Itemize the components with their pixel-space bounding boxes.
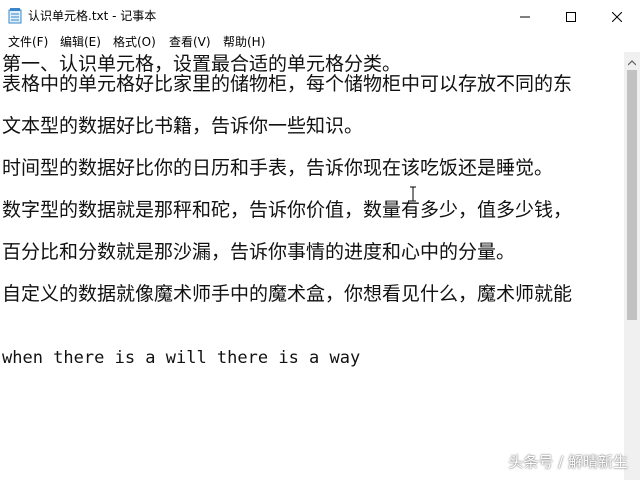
text-line: 数字型的数据就是那秤和砣，告诉你价值，数量有多少，值多少钱，	[2, 199, 573, 221]
text-line: 表格中的单元格好比家里的储物柜，每个储物柜中可以存放不同的东	[2, 73, 573, 95]
maximize-button[interactable]	[548, 0, 594, 32]
text-line: 时间型的数据好比你的日历和手表，告诉你现在该吃饭还是睡觉。	[2, 157, 554, 179]
title-bar[interactable]: 认识单元格.txt - 记事本	[0, 0, 640, 32]
text-line: 自定义的数据就像魔术师手中的魔术盒，你想看见什么，魔术师就能	[2, 283, 573, 305]
text-line: 百分比和分数就是那沙漏，告诉你事情的进度和心中的分量。	[2, 241, 516, 263]
minimize-icon	[520, 7, 530, 26]
menu-help[interactable]: 帮助(H)	[223, 34, 265, 50]
scroll-up-button[interactable]	[624, 52, 640, 68]
minimize-button[interactable]	[502, 0, 548, 32]
text-line: when there is a will there is a way	[2, 348, 361, 368]
window-title: 认识单元格.txt - 记事本	[28, 9, 157, 23]
close-button[interactable]	[594, 0, 640, 32]
menu-view[interactable]: 查看(V)	[169, 34, 211, 50]
maximize-icon	[566, 7, 576, 26]
scroll-thumb[interactable]	[627, 70, 637, 320]
notepad-icon	[8, 8, 22, 24]
watermark: 头条号 / 解晴新生	[508, 453, 628, 471]
chevron-up-icon	[627, 51, 637, 70]
menu-bar: 文件(F) 编辑(E) 格式(O) 查看(V) 帮助(H)	[0, 32, 640, 52]
text-line: 文本型的数据好比书籍，告诉你一些知识。	[2, 115, 364, 137]
menu-edit[interactable]: 编辑(E)	[60, 34, 101, 50]
vertical-scrollbar[interactable]	[624, 52, 640, 480]
close-icon	[611, 7, 623, 26]
menu-file[interactable]: 文件(F)	[8, 34, 48, 50]
text-editor[interactable]: 第一、认识单元格，设置最合适的单元格分类。 表格中的单元格好比家里的储物柜，每个…	[0, 52, 624, 480]
menu-format[interactable]: 格式(O)	[113, 34, 156, 50]
text-cursor-icon	[409, 186, 417, 202]
